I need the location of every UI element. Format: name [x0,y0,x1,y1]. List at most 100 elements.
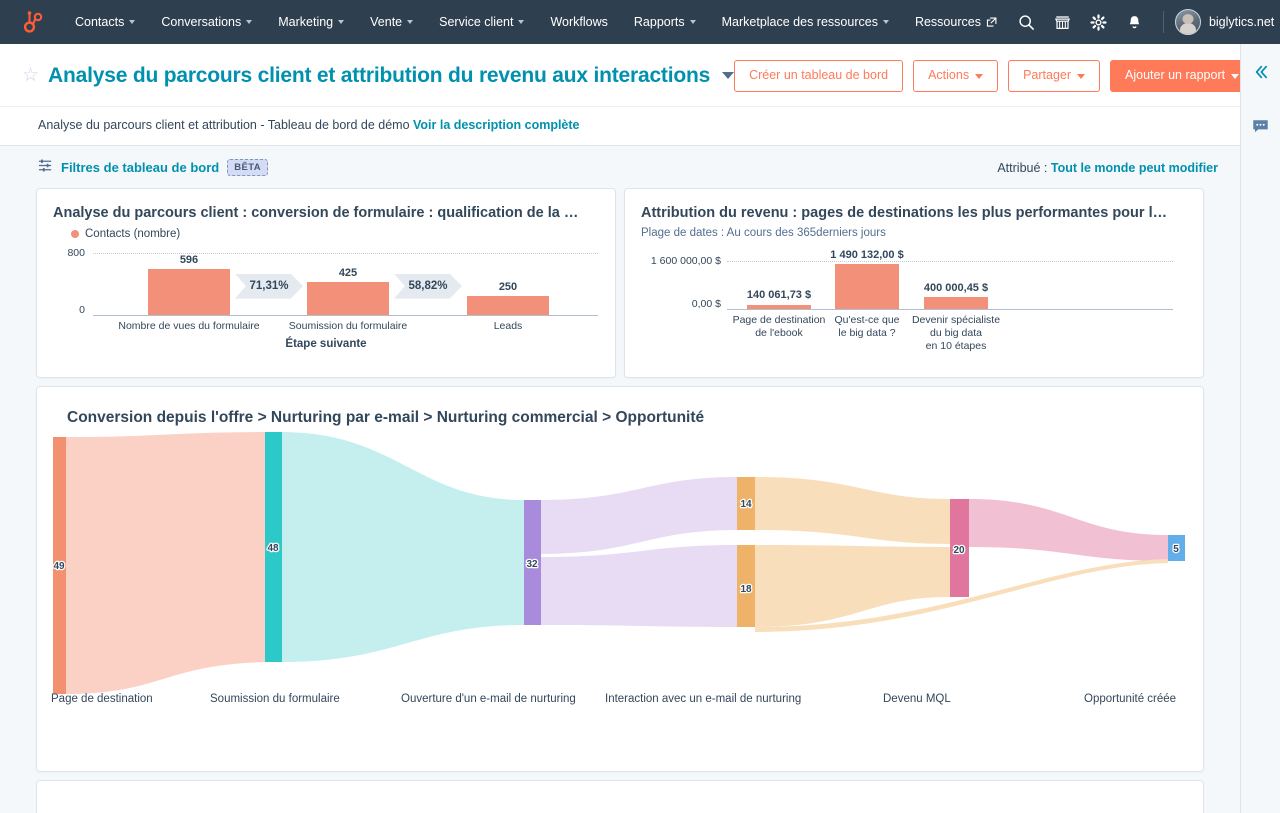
chart-legend: Contacts (nombre) [53,228,599,240]
nav-item-label: Contacts [75,15,124,29]
double-chevron-left-icon[interactable] [1247,58,1275,86]
report-card-conversion-sankey[interactable]: Conversion depuis l'offre > Nurturing pa… [36,386,1204,772]
sankey-node-value: 14 [740,499,752,510]
account-name: biglytics.net [1209,15,1274,29]
report-title: Attribution du revenu : pages de destina… [641,205,1187,221]
report-card-revenue-attribution[interactable]: Attribution du revenu : pages de destina… [624,188,1204,378]
sankey-stage-label-2: Soumission du formulaire [210,693,340,705]
nav-divider [1163,11,1164,33]
dashboard-filter-bar: Filtres de tableau de bord BÊTA Attribué… [0,146,1240,188]
nav-item-label: Conversations [161,15,241,29]
bar-form-views[interactable] [148,269,230,315]
bar-value-label: 400 000,45 $ [906,282,1006,294]
add-report-button[interactable]: Ajouter un rapport [1110,60,1240,92]
nav-item-label: Rapports [634,15,685,29]
view-full-description-link[interactable]: Voir la description complète [413,118,579,132]
sankey-link-submission-to-open [281,432,524,662]
bar-form-submissions[interactable] [307,282,389,315]
sankey-link-open-to-interaction-b [540,545,737,627]
bar-what-is-big-data[interactable] [835,264,899,309]
nav-item-label: Service client [439,15,513,29]
next-report-card-partial[interactable] [36,780,1204,813]
category-line: du big data [904,327,1008,340]
x-axis-category-label: Leads [430,320,586,333]
chevron-down-icon [338,20,344,24]
marketplace-icon[interactable] [1046,0,1080,44]
nav-item-ressources[interactable]: Ressources [902,0,1010,44]
actions-button[interactable]: Actions [913,60,998,92]
report-title: Analyse du parcours client : conversion … [53,205,599,221]
nav-item-service-client[interactable]: Service client [426,0,537,44]
filter-sliders-icon [38,158,53,178]
y-axis-tick-min: 0 [51,304,85,316]
sankey-stage-label-6: Opportunité créée [1084,693,1176,705]
avatar [1175,9,1201,35]
chevron-down-icon [518,20,524,24]
beta-badge: BÊTA [227,159,268,176]
bar-value-label: 1 490 132,00 $ [817,249,917,261]
star-outline-icon[interactable]: ☆ [22,66,39,85]
nav-item-label: Workflows [550,15,607,29]
search-icon[interactable] [1010,0,1044,44]
x-axis-title: Étape suivante [53,338,599,350]
bar-value-label: 140 061,73 $ [729,289,829,301]
right-sidebar-rail [1240,44,1280,813]
top-navigation-bar: Contacts Conversations Marketing Vente S… [0,0,1280,44]
sankey-link-mql-to-opportunity [969,499,1168,561]
legend-label: Contacts (nombre) [85,228,180,240]
bar-ebook-landing-page[interactable] [747,305,811,309]
chevron-down-icon [129,20,135,24]
chevron-down-icon[interactable] [722,72,734,79]
nav-item-workflows[interactable]: Workflows [537,0,620,44]
funnel-bar-chart: 800 0 596 425 250 71,31% 58,82% Nombre d… [53,252,599,367]
nav-item-marketplace[interactable]: Marketplace des ressources [709,0,902,44]
chevron-down-icon [246,20,252,24]
account-menu[interactable]: biglytics.net [1175,0,1280,44]
report-title: Conversion depuis l'offre > Nurturing pa… [53,409,1187,427]
y-axis-tick-max: 800 [51,247,85,259]
sankey-diagram: 49 48 32 14 18 20 5 [37,429,1205,729]
dashboard-filters-label: Filtres de tableau de bord [61,160,219,175]
sankey-stage-label-1: Page de destination [51,693,153,705]
hubspot-sprocket-logo[interactable] [18,8,46,36]
bar-leads[interactable] [467,296,549,315]
nav-item-vente[interactable]: Vente [357,0,426,44]
x-axis-line [727,309,1173,310]
nav-item-conversations[interactable]: Conversations [148,0,265,44]
sankey-link-open-to-interaction-a [540,477,737,554]
nav-item-rapports[interactable]: Rapports [621,0,709,44]
sankey-node-value: 48 [267,543,279,554]
nav-menu: Contacts Conversations Marketing Vente S… [62,0,1010,44]
assigned-permission-link[interactable]: Tout le monde peut modifier [1051,161,1218,175]
conversion-rate-chevron: 58,82% [394,274,462,299]
dashboard-description: Analyse du parcours client et attributio… [0,106,1240,145]
chevron-down-icon [690,20,696,24]
nav-item-contacts[interactable]: Contacts [62,0,148,44]
sankey-node-value: 18 [740,584,752,595]
nav-item-label: Marketing [278,15,333,29]
description-text: Analyse du parcours client et attributio… [38,118,410,132]
dashboard-filters-toggle[interactable]: Filtres de tableau de bord BÊTA [38,158,268,178]
button-label: Actions [928,68,969,82]
nav-item-marketing[interactable]: Marketing [265,0,357,44]
notifications-bell-icon[interactable] [1118,0,1152,44]
category-line: Devenir spécialiste [904,314,1008,327]
x-axis-line [93,315,598,316]
page-title[interactable]: Analyse du parcours client et attributio… [48,64,710,88]
category-line: en 10 étapes [904,340,1008,353]
sankey-stage-label-5: Devenu MQL [883,693,951,705]
create-dashboard-button[interactable]: Créer un tableau de bord [734,60,903,92]
share-button[interactable]: Partager [1008,60,1100,92]
y-axis-tick-max: 1 600 000,00 $ [633,255,721,267]
x-axis-category-label: Nombre de vues du formulaire [111,320,267,333]
external-link-icon [986,17,997,28]
button-label: Ajouter un rapport [1125,68,1225,82]
sankey-node-value: 49 [53,561,65,572]
assigned-info: Attribué : Tout le monde peut modifier [997,161,1218,175]
chat-bubble-icon[interactable] [1247,112,1275,140]
bar-value-label: 425 [307,267,389,279]
bar-big-data-specialist[interactable] [924,297,988,309]
settings-gear-icon[interactable] [1082,0,1116,44]
x-axis-category-label: Devenir spécialiste du big data en 10 ét… [904,314,1008,353]
report-card-form-conversion[interactable]: Analyse du parcours client : conversion … [36,188,616,378]
